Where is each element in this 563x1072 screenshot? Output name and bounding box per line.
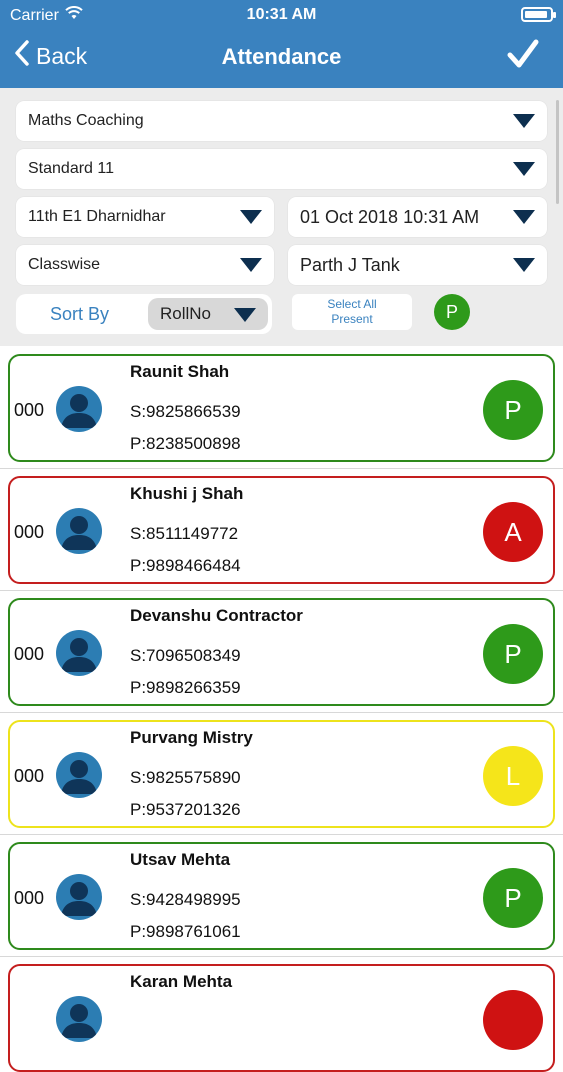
chevron-down-icon	[513, 114, 535, 128]
batch-value: 11th E1 Dharnidhar	[28, 208, 166, 225]
select-all-status-badge[interactable]: P	[434, 294, 470, 330]
mode-select[interactable]: Classwise	[16, 245, 274, 285]
student-card[interactable]: 000 Devanshu Contractor S:7096508349 P:9…	[8, 598, 555, 706]
roll-number: 000	[14, 400, 45, 420]
course-value: Maths Coaching	[28, 112, 144, 129]
avatar-icon	[56, 508, 102, 554]
page-title: Attendance	[221, 44, 342, 69]
divider	[0, 956, 563, 957]
status-toggle[interactable]: P	[483, 624, 543, 684]
roll-number: 000	[14, 522, 45, 542]
parent-phone: P:9898266359	[130, 678, 241, 697]
avatar-icon	[56, 752, 102, 798]
date-value: 01 Oct 2018 10:31 AM	[300, 206, 480, 227]
standard-select[interactable]: Standard 11	[16, 149, 547, 189]
course-select[interactable]: Maths Coaching	[16, 101, 547, 141]
teacher-select[interactable]: Parth J Tank	[288, 245, 547, 285]
chevron-down-icon	[513, 210, 535, 224]
avatar-icon	[56, 874, 102, 920]
status-toggle[interactable]: A	[483, 502, 543, 562]
status-toggle[interactable]: P	[483, 868, 543, 928]
student-list: 000 Raunit Shah S:9825866539 P:823850089…	[0, 346, 563, 1072]
student-name: Khushi j Shah	[130, 484, 244, 503]
battery-icon	[521, 7, 556, 22]
student-card[interactable]: 000 Khushi j Shah S:8511149772 P:9898466…	[8, 476, 555, 584]
filter-panel: Maths Coaching Standard 11 11th E1 Dharn…	[0, 88, 563, 346]
scrollbar[interactable]	[556, 100, 559, 204]
parent-phone: P:9898761061	[130, 922, 241, 941]
student-name: Purvang Mistry	[130, 728, 253, 747]
sort-select[interactable]: RollNo	[148, 298, 268, 330]
student-name: Utsav Mehta	[130, 850, 231, 869]
roll-number: 000	[14, 888, 45, 908]
date-select[interactable]: 01 Oct 2018 10:31 AM	[288, 197, 547, 237]
student-phone: S:9825866539	[130, 402, 241, 421]
standard-value: Standard 11	[28, 160, 114, 177]
batch-select[interactable]: 11th E1 Dharnidhar	[16, 197, 274, 237]
status-toggle[interactable]: L	[483, 746, 543, 806]
sort-value: RollNo	[160, 304, 212, 323]
status-toggle[interactable]	[483, 990, 543, 1050]
avatar-icon	[56, 996, 102, 1042]
student-name: Raunit Shah	[130, 362, 230, 381]
divider	[0, 712, 563, 713]
status-bar: Carrier 10:31 AM	[0, 0, 563, 30]
student-phone: S:9825575890	[130, 768, 241, 787]
roll-number: 000	[14, 766, 45, 786]
roll-number: 000	[14, 644, 45, 664]
student-name: Devanshu Contractor	[130, 606, 303, 625]
chevron-down-icon	[513, 258, 535, 272]
sort-control: Sort By RollNo	[16, 294, 272, 334]
student-phone: S:7096508349	[130, 646, 241, 665]
select-all-present-button[interactable]: Select All Present	[292, 294, 412, 330]
student-card[interactable]: 000 Raunit Shah S:9825866539 P:823850089…	[8, 354, 555, 462]
nav-bar: Back Attendance	[0, 30, 563, 88]
avatar-icon	[56, 386, 102, 432]
select-all-line2: Present	[331, 312, 373, 326]
select-all-line1: Select All	[327, 297, 377, 311]
chevron-down-icon	[240, 210, 262, 224]
teacher-value: Parth J Tank	[300, 254, 400, 275]
status-time: 10:31 AM	[246, 6, 317, 23]
student-name: Karan Mehta	[130, 972, 233, 991]
sort-label: Sort By	[50, 304, 110, 324]
divider	[0, 590, 563, 591]
parent-phone: P:9898466484	[130, 556, 241, 575]
chevron-down-icon	[240, 258, 262, 272]
parent-phone: P:8238500898	[130, 434, 241, 453]
chevron-down-icon	[513, 162, 535, 176]
student-phone: S:8511149772	[130, 524, 239, 543]
divider	[0, 834, 563, 835]
avatar-icon	[56, 630, 102, 676]
chevron-down-icon	[234, 308, 256, 322]
status-toggle[interactable]: P	[483, 380, 543, 440]
student-card[interactable]: 000 Utsav Mehta S:9428498995 P:989876106…	[8, 842, 555, 950]
mode-value: Classwise	[28, 256, 101, 273]
done-button[interactable]	[507, 38, 539, 75]
header-bar: Carrier 10:31 AM Back Attendance	[0, 0, 563, 88]
student-phone: S:9428498995	[130, 890, 241, 909]
parent-phone: P:9537201326	[130, 800, 241, 819]
student-card[interactable]: Karan Mehta	[8, 964, 555, 1072]
student-card[interactable]: 000 Purvang Mistry S:9825575890 P:953720…	[8, 720, 555, 828]
divider	[0, 468, 563, 469]
checkmark-icon	[507, 39, 539, 74]
